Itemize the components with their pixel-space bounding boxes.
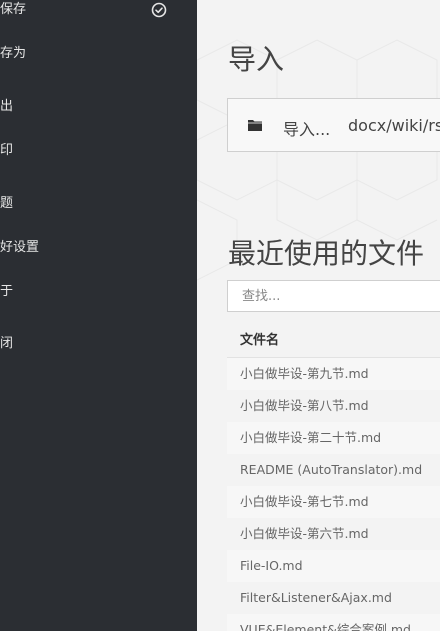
sidebar-item-label: 存为 — [0, 46, 27, 61]
sidebar-item-label: 好设置 — [0, 240, 40, 255]
import-path: docx/wiki/rs — [348, 116, 440, 135]
file-list: 小白做毕设-第九节.md 小白做毕设-第八节.md 小白做毕设-第二十节.md REA… — [227, 358, 440, 631]
recent-files-title: 最近使用的文件 — [228, 237, 425, 270]
app-window: 保存 存为 出 印 题 好设置 于 闭 导入 导入... docx/wiki/r… — [0, 0, 440, 631]
sidebar-item-preferences[interactable]: 好设置 — [0, 234, 197, 262]
file-row[interactable]: File-IO.md — [227, 550, 440, 582]
file-row[interactable]: 小白做毕设-第七节.md — [227, 486, 440, 518]
file-row[interactable]: VUE&Element&综合案例.md — [227, 614, 440, 631]
table-header-filename: 文件名 — [227, 325, 440, 358]
file-row[interactable]: 小白做毕设-第二十节.md — [227, 422, 440, 454]
sidebar-item-label: 出 — [0, 99, 14, 114]
file-row[interactable]: README (AutoTranslator).md — [227, 454, 440, 486]
sidebar-item-label: 于 — [0, 284, 14, 299]
recent-files-table: 文件名 小白做毕设-第九节.md 小白做毕设-第八节.md 小白做毕设-第二十节.m… — [227, 325, 440, 631]
sidebar-item-save[interactable]: 保存 — [0, 0, 197, 24]
import-button[interactable]: 导入... docx/wiki/rs — [227, 98, 440, 152]
sidebar-item-label: 题 — [0, 196, 14, 211]
import-label: 导入... — [283, 120, 331, 139]
sidebar-item-label: 印 — [0, 143, 14, 158]
file-row[interactable]: Filter&Listener&Ajax.md — [227, 582, 440, 614]
sidebar-item-save-as[interactable]: 存为 — [0, 40, 197, 68]
file-row[interactable]: 小白做毕设-第六节.md — [227, 518, 440, 550]
sidebar-menu: 保存 存为 出 印 题 好设置 于 闭 — [0, 0, 197, 631]
search-input[interactable] — [227, 280, 440, 312]
sidebar-item-theme[interactable]: 题 — [0, 190, 197, 218]
file-row[interactable]: 小白做毕设-第八节.md — [227, 390, 440, 422]
sidebar-item-close[interactable]: 闭 — [0, 330, 197, 358]
folder-icon — [248, 120, 262, 131]
import-title: 导入 — [228, 43, 285, 76]
sidebar-item-print[interactable]: 印 — [0, 137, 197, 165]
sidebar-item-label: 闭 — [0, 336, 14, 351]
sidebar-item-about[interactable]: 于 — [0, 278, 197, 306]
main-panel: 导入 导入... docx/wiki/rs 最近使用的文件 文件名 小白做毕设-… — [197, 0, 440, 631]
check-circle-icon — [151, 2, 167, 18]
sidebar-item-label: 保存 — [0, 2, 27, 17]
file-row[interactable]: 小白做毕设-第九节.md — [227, 358, 440, 390]
sidebar-item-export[interactable]: 出 — [0, 93, 197, 121]
